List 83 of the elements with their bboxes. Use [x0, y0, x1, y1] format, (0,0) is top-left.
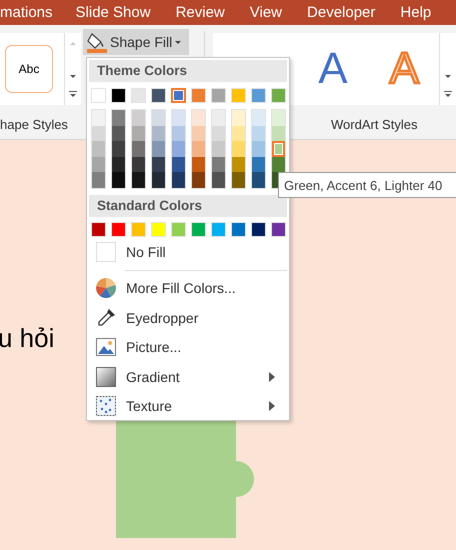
caret-icon — [174, 40, 182, 44]
gradient-square-icon — [96, 366, 116, 387]
color-swatch[interactable] — [192, 156, 205, 172]
menu-item[interactable]: More Fill Colors... — [89, 273, 287, 303]
color-swatch[interactable] — [212, 156, 225, 172]
color-swatch[interactable] — [212, 110, 225, 126]
color-wheel-icon — [96, 278, 116, 298]
ribbon-tab[interactable]: View — [250, 4, 282, 21]
shape-style-sample[interactable]: Abc — [5, 45, 53, 93]
color-swatch[interactable] — [252, 126, 265, 142]
color-swatch[interactable] — [232, 141, 245, 157]
paint-bucket-icon — [86, 31, 108, 53]
color-swatch[interactable] — [152, 172, 165, 188]
color-swatch[interactable] — [212, 126, 225, 142]
section-heading: Theme Colors — [89, 60, 287, 82]
color-swatch[interactable] — [212, 141, 225, 157]
color-swatch[interactable] — [132, 141, 145, 157]
color-swatch[interactable] — [232, 172, 245, 188]
wordart-sample[interactable]: A — [318, 47, 348, 91]
color-swatch[interactable] — [92, 172, 105, 188]
color-swatch[interactable] — [252, 156, 265, 172]
menu-item[interactable]: Eyedropper — [89, 302, 287, 332]
color-swatch[interactable] — [252, 172, 265, 188]
ribbon-tab[interactable]: Slide Show — [76, 4, 151, 21]
color-swatch[interactable] — [192, 110, 205, 126]
menu-item[interactable]: Gradient — [89, 362, 287, 392]
color-swatch[interactable] — [152, 110, 165, 126]
color-swatch[interactable] — [132, 110, 145, 126]
color-swatch[interactable] — [171, 88, 186, 103]
submenu-arrow-icon — [269, 401, 275, 412]
color-swatch[interactable] — [152, 126, 165, 142]
color-swatch[interactable] — [232, 126, 245, 142]
menu-item[interactable]: Picture... — [89, 332, 287, 362]
color-swatch[interactable] — [112, 141, 125, 157]
color-swatch[interactable] — [172, 172, 185, 188]
color-swatch[interactable] — [172, 141, 185, 157]
color-swatch[interactable] — [112, 156, 125, 172]
color-swatch[interactable] — [192, 172, 205, 188]
ribbon-tab[interactable]: Help — [400, 4, 432, 21]
color-swatch[interactable] — [172, 156, 185, 172]
color-swatch[interactable] — [232, 110, 245, 126]
color-swatch[interactable] — [92, 110, 105, 126]
color-swatch[interactable] — [172, 126, 185, 142]
color-swatch[interactable] — [272, 156, 285, 172]
color-swatch[interactable] — [152, 141, 165, 157]
color-swatch[interactable] — [172, 110, 185, 126]
color-swatch[interactable] — [232, 156, 245, 172]
color-swatch[interactable] — [152, 156, 165, 172]
ribbon-tab[interactable]: Review — [176, 4, 225, 21]
picture-icon — [96, 338, 116, 356]
color-swatch[interactable] — [132, 156, 145, 172]
color-swatch[interactable] — [92, 156, 105, 172]
shape-fill-button[interactable]: Shape Fill — [83, 29, 189, 55]
color-swatch[interactable] — [192, 141, 205, 157]
submenu-arrow-icon — [269, 372, 275, 382]
color-swatch[interactable] — [252, 141, 265, 157]
group-label: WordArt Styles — [331, 117, 418, 132]
color-swatch[interactable] — [272, 141, 285, 157]
group-label: hape Styles — [0, 117, 68, 132]
texture-icon — [96, 396, 116, 416]
ribbon-tab[interactable]: Developer — [307, 4, 376, 21]
color-swatch[interactable] — [132, 126, 145, 142]
empty-swatch-icon — [96, 242, 116, 262]
color-swatch[interactable] — [252, 110, 265, 126]
color-swatch[interactable] — [92, 141, 105, 157]
ribbon-tab[interactable]: mations — [0, 4, 53, 21]
color-swatch[interactable] — [212, 172, 225, 188]
color-swatch[interactable] — [92, 126, 105, 142]
gallery-scroll-arrows[interactable] — [439, 33, 456, 105]
menu-item[interactable]: Texture — [89, 391, 287, 421]
color-swatch[interactable] — [272, 110, 285, 126]
eyedropper-icon — [96, 308, 116, 328]
gallery-scroll-arrows[interactable] — [64, 33, 81, 105]
color-swatch[interactable] — [272, 126, 285, 142]
tooltip: Green, Accent 6, Lighter 40 — [278, 172, 456, 198]
menu-item[interactable]: No Fill — [89, 236, 287, 266]
slide-text: u hỏi — [0, 323, 54, 354]
color-swatch[interactable] — [112, 172, 125, 188]
color-swatch[interactable] — [112, 110, 125, 126]
section-heading: Standard Colors — [89, 194, 287, 217]
color-swatch[interactable] — [192, 126, 205, 142]
color-swatch[interactable] — [132, 172, 145, 188]
color-swatch[interactable] — [112, 126, 125, 142]
